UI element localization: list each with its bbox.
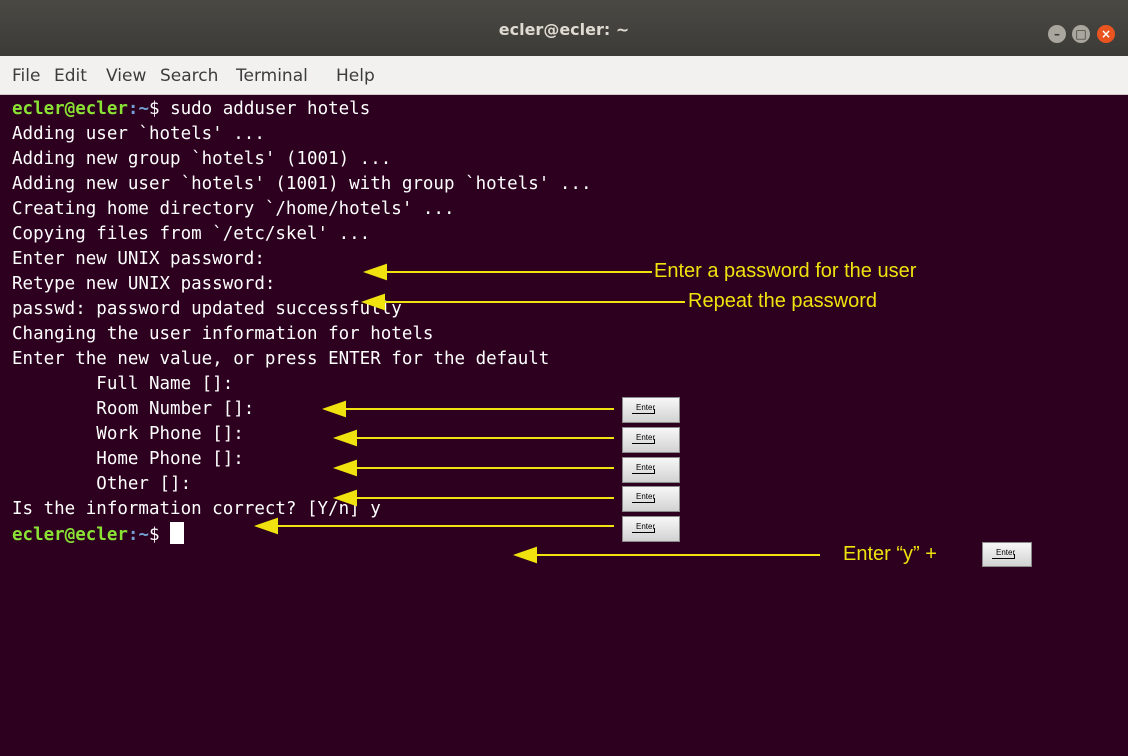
output-line: Enter new UNIX password: [12, 249, 265, 269]
prompt-symbol: $ [148, 525, 171, 545]
output-line: Other []: [12, 474, 192, 494]
enter-key-icon: Enter [622, 427, 680, 453]
output-line: Copying files from `/etc/skel' ... [12, 224, 371, 244]
menu-search[interactable]: Search [160, 66, 218, 86]
prompt-user: ecler@ecler [12, 99, 128, 119]
output-line: Room Number []: [12, 399, 255, 419]
output-line: Adding new user `hotels' (1001) with gro… [12, 174, 592, 194]
menu-help[interactable]: Help [336, 66, 375, 86]
output-line: passwd: password updated successfully [12, 299, 402, 319]
menu-terminal[interactable]: Terminal [236, 66, 308, 86]
output-line: Creating home directory `/home/hotels' .… [12, 199, 455, 219]
output-line: Full Name []: [12, 374, 234, 394]
output-line: Adding user `hotels' ... [12, 124, 265, 144]
menu-edit[interactable]: Edit [54, 66, 87, 86]
terminal-cursor [170, 522, 185, 544]
title-bar: ecler@ecler: ~ – □ × [0, 0, 1128, 56]
prompt-path: :~ [127, 525, 149, 545]
enter-key-icon: Enter [622, 397, 680, 423]
annotation-confirm: Enter “y” + [843, 543, 937, 565]
menu-bar: File Edit View Search Terminal Help [0, 56, 1128, 95]
output-line: Changing the user information for hotels [12, 324, 434, 344]
enter-key-label: Enter [636, 463, 656, 472]
enter-key-icon: Enter [622, 516, 680, 542]
prompt-path: :~ [127, 99, 149, 119]
annotation-enter-password: Enter a password for the user [654, 260, 917, 282]
output-line: Enter the new value, or press ENTER for … [12, 349, 550, 369]
minimize-button[interactable]: – [1048, 25, 1066, 43]
output-line: Home Phone []: [12, 449, 244, 469]
menu-file[interactable]: File [12, 66, 40, 86]
prompt-user: ecler@ecler [12, 525, 128, 545]
enter-key-label: Enter [996, 548, 1016, 557]
command-line: ecler@ecler:~$ sudo adduser hotels [12, 97, 370, 122]
enter-key-icon: Enter [982, 542, 1032, 567]
window-title: ecler@ecler: ~ [498, 20, 630, 39]
enter-key-icon: Enter [622, 486, 680, 512]
output-line: Work Phone []: [12, 424, 244, 444]
enter-key-label: Enter [636, 403, 656, 412]
prompt-symbol: $ [148, 99, 171, 119]
enter-key-icon: Enter [622, 457, 680, 483]
current-prompt-line: ecler@ecler:~$ [12, 522, 185, 548]
output-line: Adding new group `hotels' (1001) ... [12, 149, 392, 169]
command-text: sudo adduser hotels [170, 99, 371, 119]
output-line: Is the information correct? [Y/n] y [12, 499, 381, 519]
output-line: Retype new UNIX password: [12, 274, 276, 294]
maximize-button[interactable]: □ [1072, 25, 1090, 43]
annotation-repeat-password: Repeat the password [688, 290, 878, 312]
enter-key-label: Enter [636, 492, 656, 501]
close-button[interactable]: × [1097, 25, 1115, 43]
enter-key-label: Enter [636, 522, 656, 531]
menu-view[interactable]: View [106, 66, 146, 86]
enter-key-label: Enter [636, 433, 656, 442]
